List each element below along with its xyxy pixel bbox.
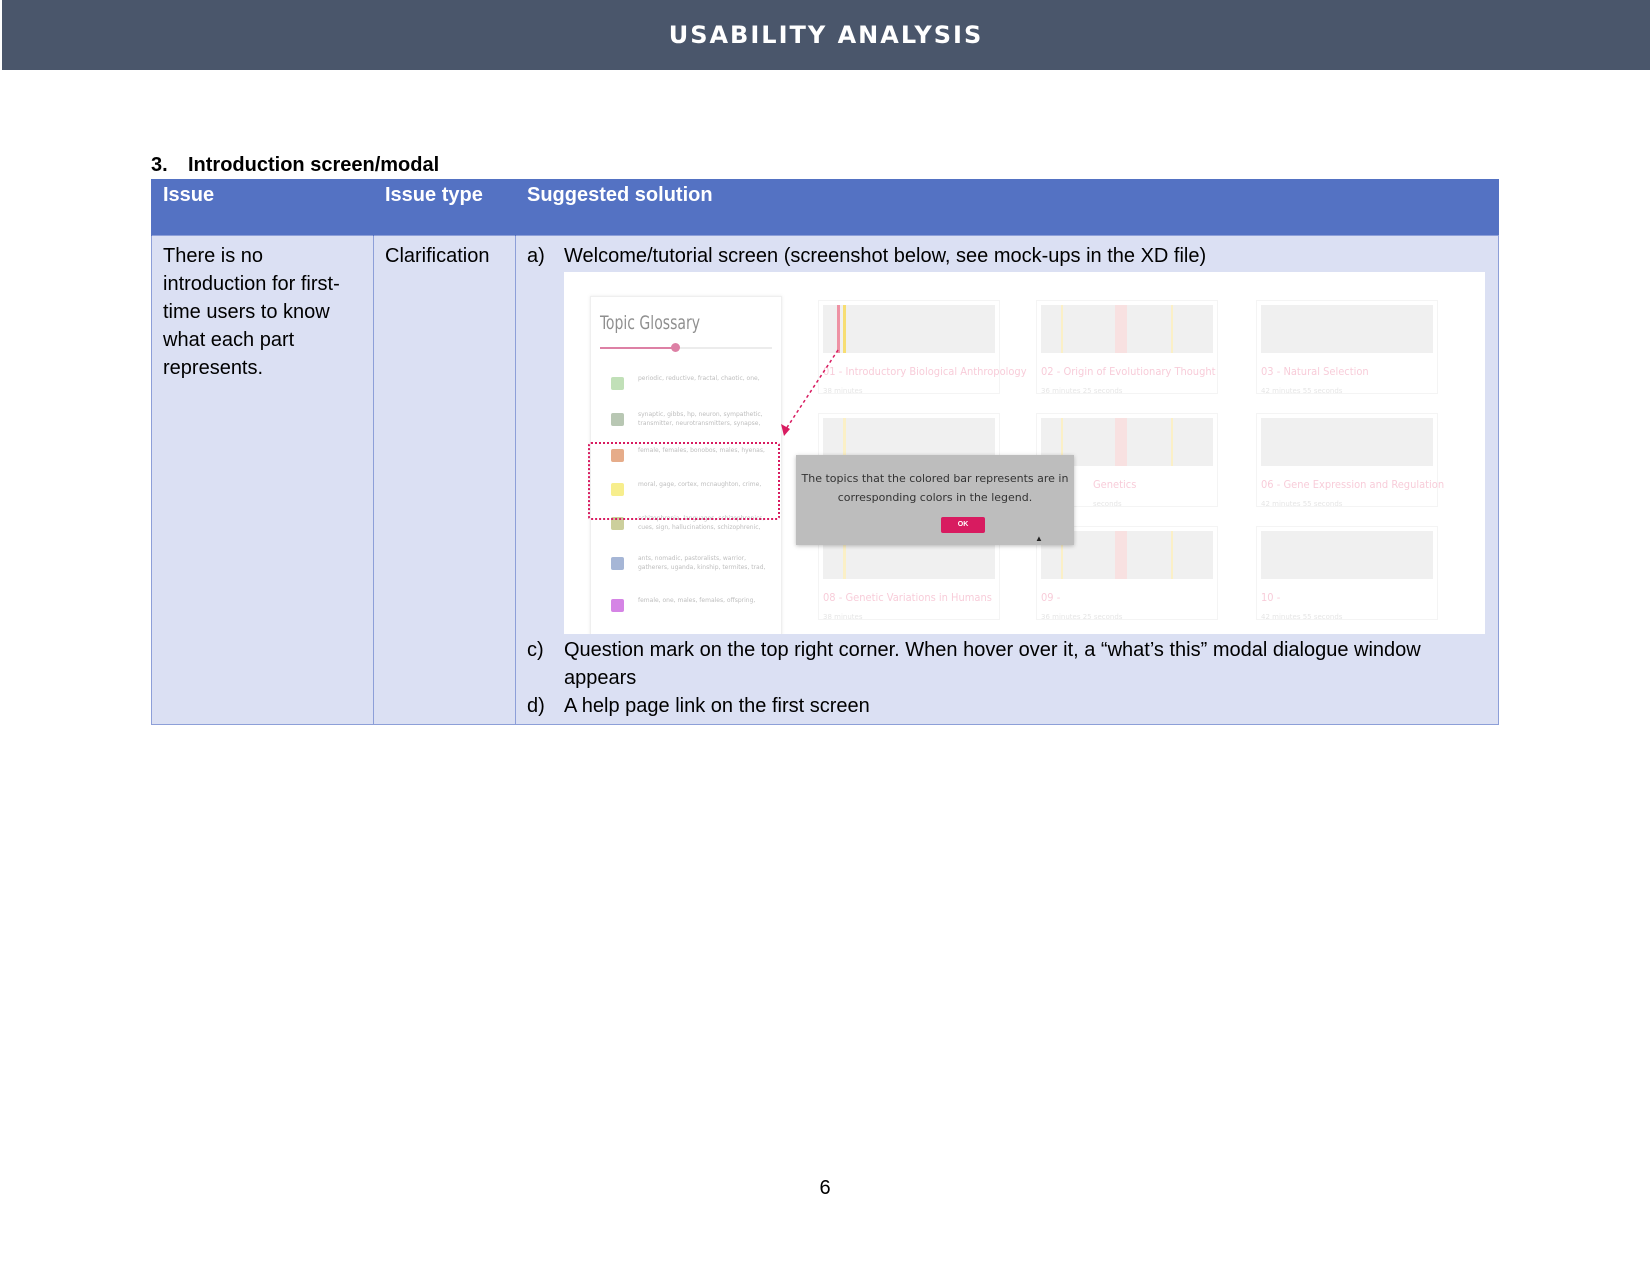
solution-text: Welcome/tutorial screen (screenshot belo… [564,245,1207,267]
issue-line: represents. [163,357,264,379]
issue-type-cell: Clarification [373,235,516,725]
header-title: USABILITY ANALYSIS [668,21,984,49]
solution-letter: a) [527,245,545,267]
page-number: 6 [819,1177,831,1199]
pointer-arrow-icon [781,349,839,436]
modal-ok-button[interactable]: OK [941,517,985,533]
cursor-icon: ▲ [1035,534,1043,543]
solution-letter-spacer [527,270,564,636]
solution-text: Question mark on the top right corner. W… [564,639,1421,689]
page-header: USABILITY ANALYSIS [2,0,1650,70]
mockup-screenshot: b) Topic Glossary periodic, reductive, f… [564,272,1485,634]
section-number: 3. [151,154,168,176]
solution-letter: c) [527,639,544,661]
modal-text: The topics that the colored bar represen… [801,472,1069,504]
solution-letter: d) [527,695,545,717]
solution-text: A help page link on the first screen [564,695,870,717]
solution-d: d) A help page link on the first screen [527,692,1488,720]
section-title: Introduction screen/modal [188,154,440,176]
issue-line: what each part [163,329,295,351]
issue-cell: There is no introduction for first- time… [151,235,374,725]
table-row: There is no introduction for first- time… [151,235,1499,725]
solution-a: a) Welcome/tutorial screen (screenshot b… [527,242,1488,270]
header-issue: Issue [151,179,374,236]
header-issue-type: Issue type [373,179,516,236]
solution-b: b) Topic Glossary periodic, reductive, f… [527,270,1488,636]
section-heading: 3. Introduction screen/modal [151,154,439,177]
table-header-row: Issue Issue type Suggested solution [151,179,1499,236]
issue-line: There is no [163,245,264,267]
solution-c: c) Question mark on the top right corner… [527,636,1488,692]
solution-cell: a) Welcome/tutorial screen (screenshot b… [515,235,1499,725]
issues-table: Issue Issue type Suggested solution Ther… [151,179,1499,725]
header-suggested-solution: Suggested solution [515,179,1499,236]
tutorial-modal: The topics that the colored bar represen… [796,455,1074,545]
issue-line: introduction for first- [163,273,340,295]
issue-line: time users to know [163,301,330,323]
